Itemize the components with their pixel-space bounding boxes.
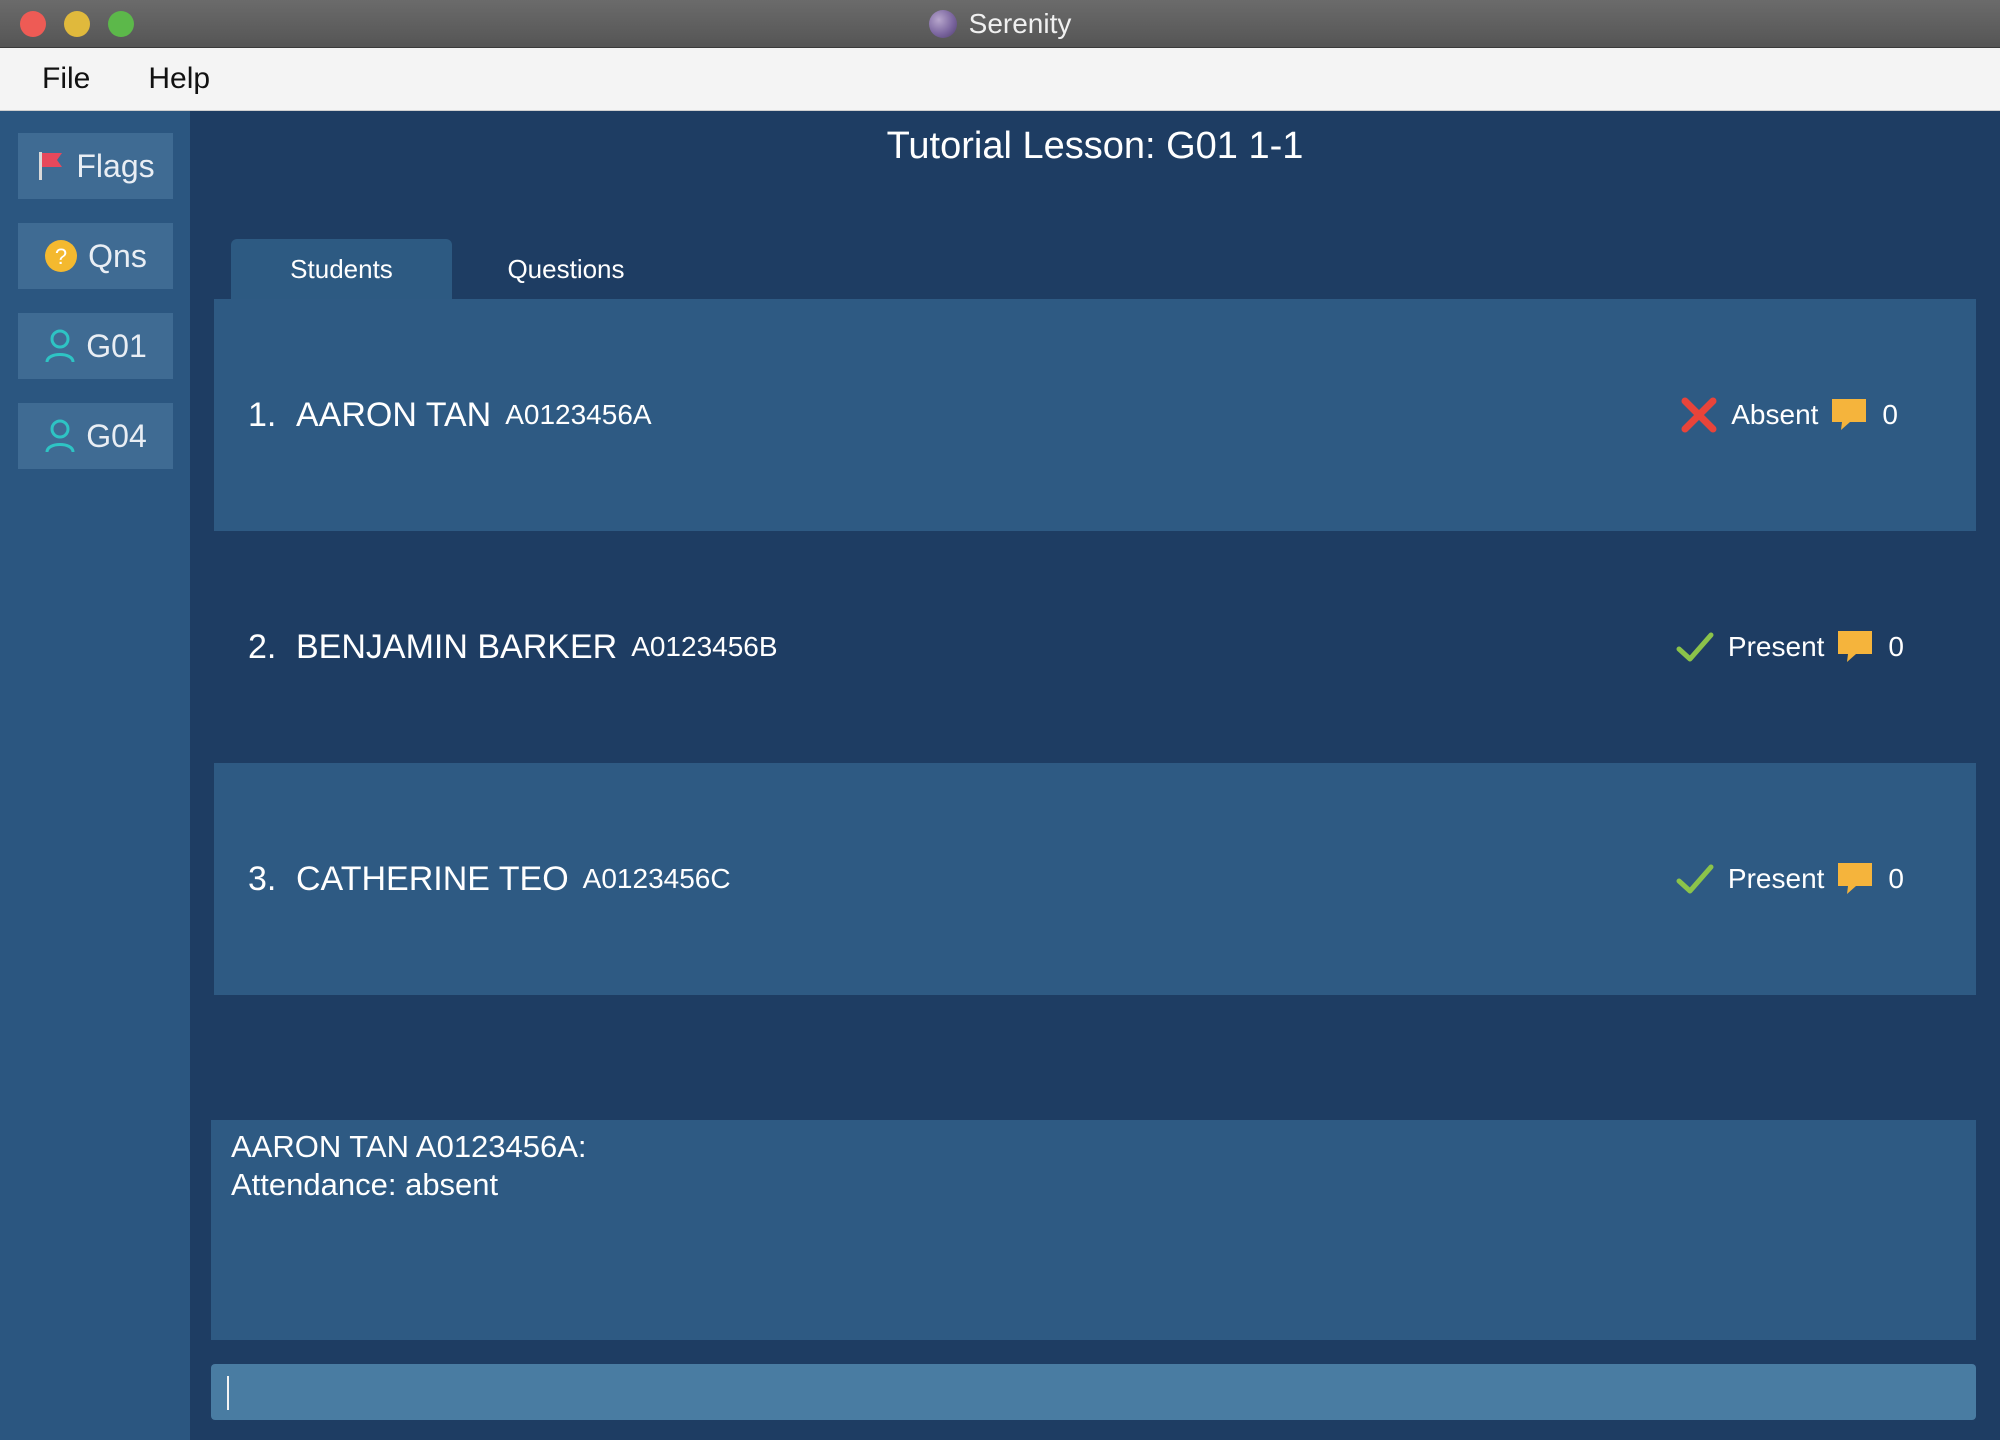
check-icon [1676,631,1714,663]
student-name: AARON TAN [296,395,492,434]
menu-help[interactable]: Help [148,62,210,96]
student-id: A0123456B [631,631,778,662]
command-input[interactable] [211,1364,1976,1420]
student-row[interactable]: 3. CATHERINE TEO A0123456C Present 0 [214,763,1976,995]
speech-bubble-icon [1836,861,1874,897]
sidebar-button-label: Flags [76,147,155,184]
participation-count: 0 [1888,631,1904,662]
student-index: 2. [248,627,277,666]
app-window: Serenity File Help Flags ? Qns G01 G04 T… [0,0,2000,1440]
sidebar-button-flags[interactable]: Flags [18,133,173,199]
student-id: A0123456C [582,863,731,894]
check-icon [1676,863,1714,895]
user-icon [44,328,76,364]
student-row[interactable]: 1. AARON TAN A0123456A Absent 0 [214,299,1976,531]
flag-icon [36,150,66,182]
speech-bubble-icon [1836,629,1874,665]
participation-count: 0 [1888,863,1904,894]
title-bar: Serenity [0,0,2000,48]
svg-text:?: ? [55,244,67,269]
sidebar-button-qns[interactable]: ? Qns [18,223,173,289]
attendance-status: Present 0 [1676,763,1904,995]
sidebar-button-label: Qns [88,237,147,274]
sidebar: Flags ? Qns G01 G04 [0,111,190,1440]
result-display: AARON TAN A0123456A: Attendance: absent [211,1120,1976,1340]
participation-count: 0 [1882,399,1898,430]
tab-questions[interactable]: Questions [452,239,680,299]
user-icon [44,418,76,454]
speech-bubble-icon [1830,397,1868,433]
attendance-status: Absent 0 [1681,299,1898,531]
main-panel: Tutorial Lesson: G01 1-1 Students Questi… [190,111,2000,1440]
sidebar-button-label: G01 [86,327,147,364]
student-row[interactable]: 2. BENJAMIN BARKER A0123456B Present 0 [214,531,1976,763]
page-title: Tutorial Lesson: G01 1-1 [886,125,1304,167]
status-label: Absent [1731,399,1819,430]
app-logo-icon [928,9,957,38]
question-icon: ? [44,239,78,273]
sidebar-button-g04[interactable]: G04 [18,403,173,469]
cross-icon [1681,397,1717,433]
sidebar-button-label: G04 [86,417,147,454]
window-title: Serenity [968,7,1072,39]
menu-bar: File Help [0,48,2000,111]
title-wrap: Serenity [0,0,2000,47]
student-index: 3. [248,859,277,898]
student-index: 1. [248,395,277,434]
menu-file[interactable]: File [42,62,90,96]
result-line: AARON TAN A0123456A: [231,1129,587,1164]
attendance-status: Present 0 [1676,531,1904,763]
student-name: CATHERINE TEO [296,859,569,898]
student-id: A0123456A [505,399,652,430]
sidebar-button-g01[interactable]: G01 [18,313,173,379]
status-label: Present [1727,863,1825,894]
result-line: Attendance: absent [231,1167,499,1202]
text-caret [227,1376,229,1410]
tab-students[interactable]: Students [231,239,452,299]
status-label: Present [1727,631,1825,662]
student-name: BENJAMIN BARKER [296,627,618,666]
